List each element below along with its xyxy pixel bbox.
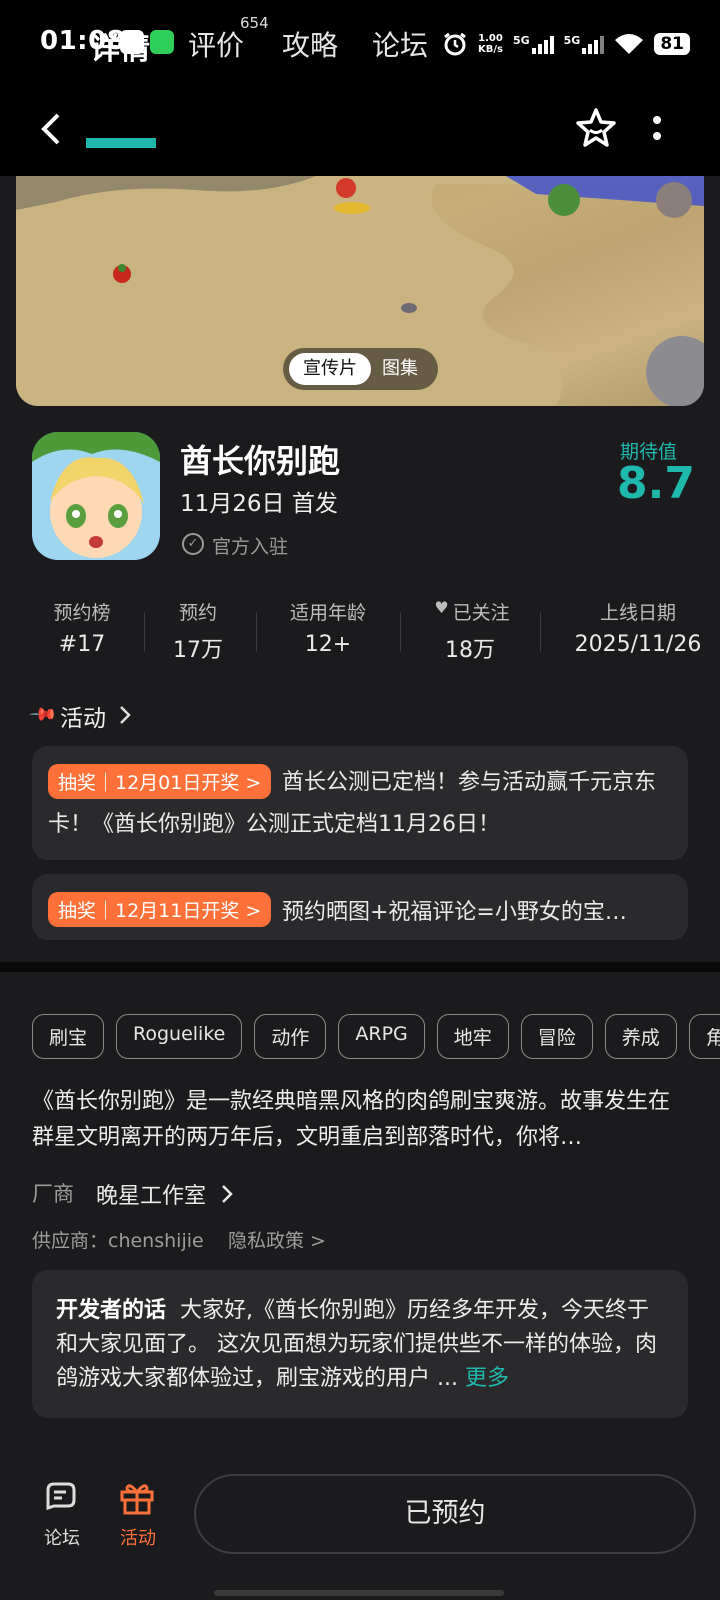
active-tab-indicator [86, 138, 156, 148]
tag-list: 刷宝 Roguelike 动作 ARPG 地牢 冒险 养成 角 [32, 1014, 720, 1059]
more-link[interactable]: 更多 [465, 1366, 509, 1391]
app-name: 酋长你别跑 [180, 442, 341, 480]
tag-chip[interactable]: 养成 [604, 1014, 677, 1059]
bottom-forum-label[interactable]: 论坛 [44, 1524, 80, 1550]
developer-note-label: 开发者的话 [56, 1298, 167, 1323]
expectation-score: 8.7 [617, 458, 695, 509]
tag-chip[interactable]: 刷宝 [32, 1014, 105, 1059]
tag-chip[interactable]: 地牢 [436, 1014, 509, 1059]
release-info: 11月26日 首发 [180, 491, 338, 517]
tab-guide[interactable]: 攻略 [282, 24, 338, 64]
chevron-left-icon[interactable] [38, 112, 66, 146]
lottery-tag: 抽奖｜12月01日开奖 > [48, 764, 272, 799]
tag-chip[interactable]: ARPG [338, 1014, 425, 1059]
signal-icon: 5G [564, 34, 605, 54]
tag-chip[interactable]: 角 [688, 1014, 720, 1059]
section-divider [0, 962, 720, 972]
activity-text: 预约晒图+祝福评论=小野女的宝… [282, 900, 627, 925]
pin-icon: 📌 [27, 699, 59, 730]
reserved-button[interactable]: 已预约 [194, 1474, 696, 1554]
star-icon[interactable] [574, 106, 618, 150]
chevron-right-icon[interactable] [118, 704, 132, 726]
stat-label-follow[interactable]: ♥ 已关注 [402, 598, 542, 625]
divider [540, 612, 541, 652]
game-description[interactable]: 《酋长你别跑》是一款经典暗黑风格的肉鸽刷宝爽游。故事发生在群星文明离开的两万年后… [32, 1084, 688, 1156]
tab-forum[interactable]: 论坛 [372, 24, 428, 64]
stat-label-reservations: 预约 [178, 602, 217, 624]
developer-note: 开发者的话 大家好,《酋长你别跑》历经多年开发，今天终于和大家见面了。 这次见面… [56, 1294, 668, 1396]
stat-label-age: 适用年龄 [289, 602, 366, 624]
network-speed: 1.00 KB/s [477, 33, 503, 55]
divider [256, 612, 257, 652]
tag-chip[interactable]: 动作 [254, 1014, 327, 1059]
official-badge: 官方入驻 [212, 536, 289, 558]
supplier-info: 供应商：chenshijie [32, 1230, 204, 1252]
wechat-icon [150, 30, 174, 54]
segment-promo-video[interactable]: 宣传片 [289, 353, 371, 385]
chevron-right-icon[interactable] [220, 1183, 234, 1205]
wifi-icon [615, 34, 644, 54]
vendor-link[interactable]: 晚星工作室 [96, 1178, 206, 1210]
tab-detail[interactable]: 详情 [90, 24, 150, 68]
activity-section-title[interactable]: 活动 [60, 699, 106, 733]
stat-value-launch-date: 2025/11/26 [574, 632, 702, 657]
bottom-activity-label[interactable]: 活动 [120, 1524, 156, 1550]
privacy-policy-link[interactable]: 隐私政策 > [228, 1226, 326, 1253]
forum-icon[interactable] [42, 1480, 78, 1516]
alarm-icon [444, 32, 466, 56]
home-indicator[interactable] [214, 1590, 504, 1596]
vendor-label: 厂商 [32, 1182, 74, 1206]
tag-chip[interactable]: Roguelike [116, 1014, 243, 1059]
signal-icon: 5G [513, 34, 554, 54]
app-icon [32, 432, 160, 560]
tag-chip[interactable]: 冒险 [520, 1014, 593, 1059]
review-count-badge: 654 [240, 14, 269, 32]
lottery-tag: 抽奖｜12月11日开奖 > [48, 892, 272, 927]
segment-gallery[interactable]: 图集 [382, 353, 418, 385]
tab-review[interactable]: 评价 [188, 24, 244, 64]
heart-icon: ♥ [434, 598, 449, 617]
gift-icon[interactable] [118, 1478, 156, 1516]
stat-value-reservations: 17万 [173, 638, 223, 663]
stat-value-follow: 18万 [445, 638, 495, 663]
more-vertical-icon[interactable] [652, 114, 662, 144]
battery-icon: 81 [654, 33, 690, 55]
check-circle-icon: ✓ [182, 533, 204, 555]
status-indicators: 1.00 KB/s 5G 5G 81 [442, 26, 690, 62]
stat-value-age: 12+ [304, 632, 352, 657]
stat-label-launch-date: 上线日期 [599, 602, 676, 624]
